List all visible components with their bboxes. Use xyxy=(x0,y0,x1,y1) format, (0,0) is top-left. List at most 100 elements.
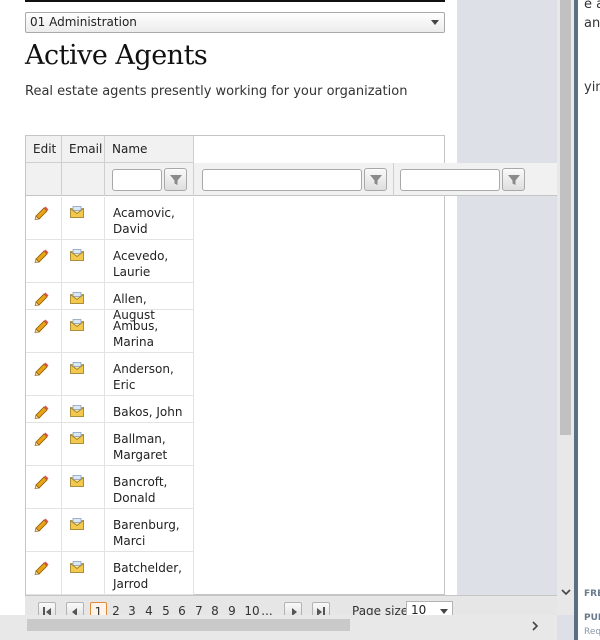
email-cell xyxy=(62,240,105,282)
name-cell: Bakos, John xyxy=(105,396,194,422)
edit-cell xyxy=(26,240,62,282)
edit-cell xyxy=(26,283,62,309)
pencil-icon[interactable] xyxy=(34,360,50,376)
filter-icon xyxy=(170,175,182,185)
vertical-scrollbar[interactable] xyxy=(557,0,574,615)
vertical-scroll-thumb[interactable] xyxy=(560,0,571,435)
filter-button-3[interactable] xyxy=(502,168,525,191)
background-text: ying xyxy=(584,80,600,95)
page-title: Active Agents xyxy=(25,40,208,71)
name-cell: Ballman, Margaret xyxy=(105,423,194,465)
edit-cell xyxy=(26,197,62,239)
background-page: e a an ying FREE PUR Req xyxy=(574,0,600,640)
email-cell xyxy=(62,197,105,239)
envelope-icon[interactable] xyxy=(70,432,84,444)
table-row: Ballman, Margaret xyxy=(26,423,194,466)
filter-input-2[interactable] xyxy=(202,169,362,191)
envelope-icon[interactable] xyxy=(70,319,84,331)
envelope-icon[interactable] xyxy=(70,249,84,261)
agent-name[interactable]: Acevedo, Laurie xyxy=(113,248,183,280)
agent-name[interactable]: Bakos, John xyxy=(113,404,183,420)
edit-cell xyxy=(26,509,62,551)
first-page-icon xyxy=(43,607,45,615)
email-cell xyxy=(62,552,105,594)
filter-cell-edit xyxy=(26,163,62,196)
chevron-down-icon xyxy=(440,609,448,614)
edit-cell xyxy=(26,310,62,352)
envelope-icon[interactable] xyxy=(70,518,84,530)
pencil-icon[interactable] xyxy=(34,204,50,220)
pencil-icon[interactable] xyxy=(34,403,50,419)
filter-cell-2 xyxy=(194,163,394,196)
agent-name[interactable]: Barenburg, Marci xyxy=(113,517,183,549)
envelope-icon[interactable] xyxy=(70,292,84,304)
page-subtitle: Real estate agents presently working for… xyxy=(25,84,408,99)
edit-cell xyxy=(26,396,62,422)
edit-cell xyxy=(26,353,62,395)
filter-cell-email xyxy=(62,163,105,196)
department-select[interactable]: 01 Administration xyxy=(25,12,445,33)
filter-icon xyxy=(508,175,520,185)
background-label: Req xyxy=(584,627,600,637)
agent-name[interactable]: Anderson, Eric xyxy=(113,361,183,393)
table-row: Barenburg, Marci xyxy=(26,509,194,552)
email-cell xyxy=(62,310,105,352)
envelope-icon[interactable] xyxy=(70,362,84,374)
name-cell: Ambus, Marina xyxy=(105,310,194,352)
chevron-right-icon[interactable] xyxy=(528,619,542,633)
column-header-edit[interactable]: Edit xyxy=(26,136,62,163)
envelope-icon[interactable] xyxy=(70,206,84,218)
dialog-content: 01 Administration Active Agents Real est… xyxy=(0,0,574,640)
envelope-icon[interactable] xyxy=(70,561,84,573)
email-cell xyxy=(62,283,105,309)
last-page-icon xyxy=(323,607,325,615)
pencil-icon[interactable] xyxy=(34,430,50,446)
edit-cell xyxy=(26,423,62,465)
pencil-icon[interactable] xyxy=(34,473,50,489)
agent-name[interactable]: Ambus, Marina xyxy=(113,318,183,350)
name-filter-input[interactable] xyxy=(112,169,162,191)
filter-button-2[interactable] xyxy=(364,168,387,191)
department-select-value: 01 Administration xyxy=(30,15,137,29)
agents-dialog: 01 Administration Active Agents Real est… xyxy=(0,0,574,640)
chevron-down-icon[interactable] xyxy=(559,585,573,599)
grid-header-row: Edit Email Name xyxy=(26,136,194,163)
pencil-icon[interactable] xyxy=(34,559,50,575)
table-row: Allen, August xyxy=(26,283,194,322)
table-row: Acamovic, David xyxy=(26,197,194,240)
agents-grid: Edit Email Name Acamovic, David Acevedo,… xyxy=(25,135,574,595)
table-row: Batchelder, Jarrod xyxy=(26,552,194,595)
name-cell: Allen, August xyxy=(105,283,194,322)
pencil-icon[interactable] xyxy=(34,516,50,532)
agent-name[interactable]: Acamovic, David xyxy=(113,205,183,237)
edit-cell xyxy=(26,552,62,594)
background-text: an xyxy=(584,16,600,31)
envelope-icon[interactable] xyxy=(70,475,84,487)
filter-cell-3 xyxy=(394,163,558,196)
horizontal-scrollbar[interactable] xyxy=(0,615,557,640)
name-cell: Bancroft, Donald xyxy=(105,466,194,508)
name-cell: Acamovic, David xyxy=(105,197,194,239)
email-cell xyxy=(62,423,105,465)
pencil-icon[interactable] xyxy=(34,247,50,263)
email-cell xyxy=(62,466,105,508)
name-cell: Acevedo, Laurie xyxy=(105,240,194,282)
filter-icon xyxy=(370,175,382,185)
background-text: e a xyxy=(584,0,600,12)
pencil-icon[interactable] xyxy=(34,290,50,306)
envelope-icon[interactable] xyxy=(70,405,84,417)
filter-input-3[interactable] xyxy=(400,169,500,191)
email-cell xyxy=(62,396,105,422)
agent-name[interactable]: Batchelder, Jarrod xyxy=(113,560,183,592)
name-filter-button[interactable] xyxy=(164,168,187,191)
pencil-icon[interactable] xyxy=(34,317,50,333)
name-cell: Anderson, Eric xyxy=(105,353,194,395)
horizontal-scroll-thumb[interactable] xyxy=(27,619,350,631)
agent-name[interactable]: Ballman, Margaret xyxy=(113,431,183,463)
chevron-down-icon xyxy=(431,20,439,25)
email-cell xyxy=(62,353,105,395)
column-header-name[interactable]: Name xyxy=(105,136,194,163)
agent-name[interactable]: Bancroft, Donald xyxy=(113,474,183,506)
column-header-email[interactable]: Email xyxy=(62,136,105,163)
background-label: FREE xyxy=(584,589,600,599)
